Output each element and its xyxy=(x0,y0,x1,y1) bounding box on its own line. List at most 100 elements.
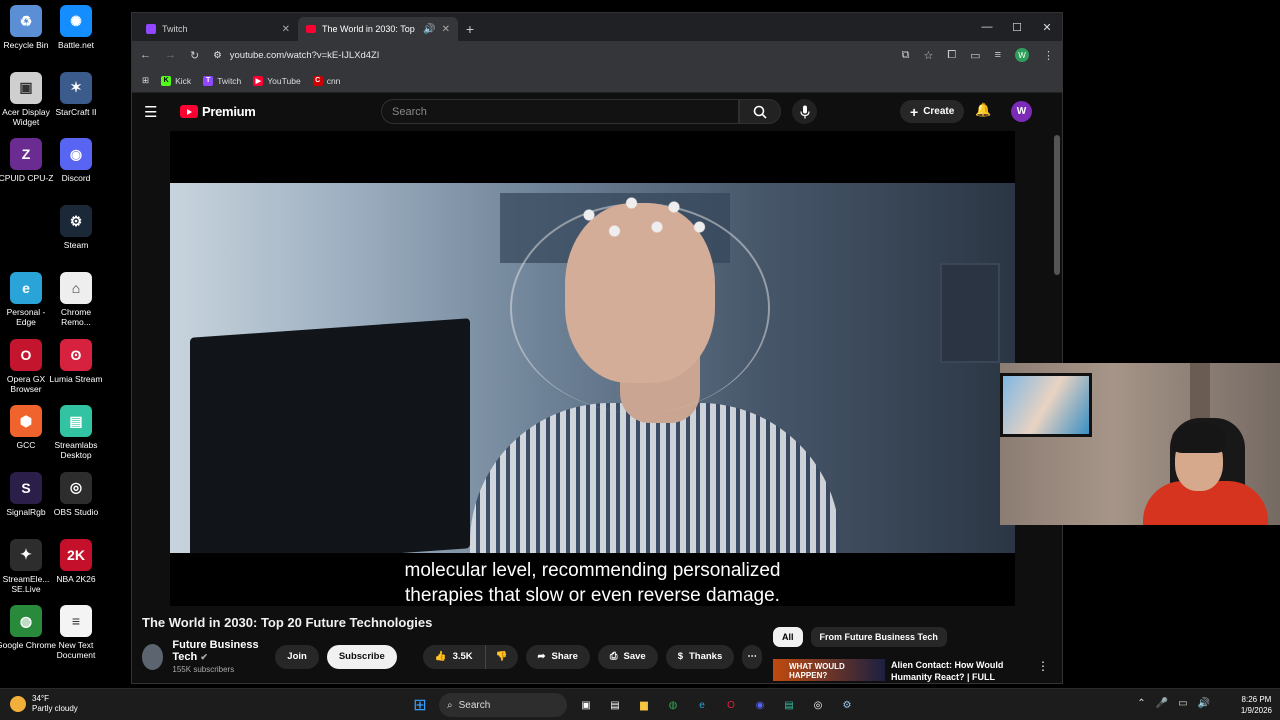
app-icon: ◉ xyxy=(60,138,92,171)
plus-icon: + xyxy=(910,103,919,120)
desktop-icon-label: OBS Studio xyxy=(53,506,99,517)
tab-title: The World in 2030: Top 20 | xyxy=(322,24,417,34)
youtube-logo[interactable]: Premium xyxy=(180,104,256,119)
voice-search-button[interactable] xyxy=(792,99,817,124)
dislike-button[interactable]: 👎 xyxy=(484,644,518,669)
desktop-icon[interactable]: ✺ Battle.net xyxy=(46,5,106,50)
task-view-icon[interactable]: ▣ xyxy=(576,695,596,715)
discord-icon[interactable]: ◉ xyxy=(750,695,770,715)
taskbar-search[interactable]: ⌕ Search xyxy=(439,693,567,717)
save-button[interactable]: ⎙ Save xyxy=(597,644,658,669)
chip-all[interactable]: All xyxy=(773,627,803,647)
obs-icon[interactable]: ◎ xyxy=(808,695,828,715)
new-tab-button[interactable]: + xyxy=(458,17,482,41)
desktop-icon[interactable]: ⌂ Chrome Remo... xyxy=(46,271,106,327)
steam-icon[interactable]: ⚙ xyxy=(837,695,857,715)
more-actions-button[interactable]: ⋯ xyxy=(742,644,762,669)
bookmark-cnn[interactable]: Ccnn xyxy=(312,75,340,86)
file-explorer-icon[interactable]: ▆ xyxy=(634,695,654,715)
chip-from-channel[interactable]: From Future Business Tech xyxy=(810,627,947,647)
chrome-icon[interactable]: ◍ xyxy=(663,695,683,715)
like-button[interactable]: 👍 3.5K xyxy=(422,644,485,669)
chevron-up-icon[interactable]: ⌃ xyxy=(1137,698,1145,709)
desktop-icon-label: SignalRgb xyxy=(6,506,46,517)
site-info-icon[interactable]: ⚙ xyxy=(213,50,222,61)
recommended-video[interactable]: WHAT WOULD HAPPEN? Alien Contact: How Wo… xyxy=(773,659,1049,683)
more-vert-icon[interactable]: ⋮ xyxy=(1037,659,1049,683)
network-icon[interactable]: ▭ xyxy=(1178,698,1187,709)
thanks-label: Thanks xyxy=(688,651,723,662)
weather-widget[interactable]: 34°F Partly cloudy xyxy=(10,694,78,714)
menu-icon[interactable]: ⋮ xyxy=(1043,49,1054,62)
thanks-button[interactable]: $ Thanks xyxy=(665,644,735,669)
extensions-icon[interactable]: ⧠ xyxy=(947,49,956,62)
tab-bar: Twitch ✕ The World in 2030: Top 20 | 🔊 ✕… xyxy=(132,13,1062,41)
sidepanel-icon[interactable]: ▭ xyxy=(970,49,980,62)
channel-avatar[interactable] xyxy=(142,643,164,670)
page-scrollbar[interactable] xyxy=(1054,135,1060,275)
desktop-icon[interactable]: ʘ Lumia Stream xyxy=(46,338,106,384)
youtube-icon: ▶ xyxy=(253,75,264,86)
weather-condition: Partly cloudy xyxy=(32,704,78,713)
desktop-icon[interactable]: ≡ New Text Document xyxy=(46,605,106,660)
streamlabs-icon[interactable]: ▤ xyxy=(779,695,799,715)
tab-twitch[interactable]: Twitch ✕ xyxy=(138,17,298,41)
profile-avatar[interactable]: W xyxy=(1015,48,1029,62)
reload-icon[interactable]: ↻ xyxy=(190,49,199,62)
maximize-button[interactable]: ☐ xyxy=(1002,13,1032,41)
channel-name[interactable]: Future Business Tech ✔ xyxy=(172,639,275,663)
desktop-icon[interactable]: ✶ StarCraft II xyxy=(46,71,106,117)
install-icon[interactable]: ⧉ xyxy=(902,49,910,62)
hamburger-menu-icon[interactable]: ☰ xyxy=(144,103,168,121)
video-player[interactable]: molecular level, recommending personaliz… xyxy=(170,131,1015,606)
media-icon[interactable]: ≡ xyxy=(995,49,1001,61)
start-icon[interactable]: ⊞ xyxy=(410,695,430,715)
search-input[interactable]: Search xyxy=(381,99,739,124)
temperature: 34°F xyxy=(32,694,49,703)
volume-icon[interactable]: 🔊 xyxy=(1198,698,1210,709)
close-window-button[interactable]: ✕ xyxy=(1032,13,1062,41)
clock[interactable]: 8:26 PM 1/9/2026 xyxy=(1241,694,1272,716)
minimize-button[interactable]: — xyxy=(972,13,1002,41)
url-text: youtube.com/watch?v=kE-IJLXd4ZI xyxy=(229,49,380,61)
app-icon: 2K xyxy=(60,538,92,571)
bookmark-youtube[interactable]: ▶ YouTube xyxy=(253,75,301,86)
desktop-icon[interactable]: ◉ Discord xyxy=(46,138,106,183)
save-icon: ⎙ xyxy=(609,651,618,662)
opera-icon[interactable]: O xyxy=(721,695,741,715)
desktop-icon[interactable]: ▤ Streamlabs Desktop xyxy=(46,405,106,460)
search-button[interactable] xyxy=(739,99,781,124)
app-icon: ◎ xyxy=(60,471,92,504)
video-title: The World in 2030: Top 20 Future Technol… xyxy=(142,615,433,630)
desktop-icon-label: Streamlabs Desktop xyxy=(54,440,98,461)
subscribe-button[interactable]: Subscribe xyxy=(326,644,397,669)
back-icon[interactable]: ← xyxy=(140,49,151,61)
speaker-icon[interactable]: 🔊 xyxy=(423,24,435,35)
desktop-icon[interactable]: ⚙ Steam xyxy=(46,205,106,250)
desktop-icon[interactable]: 2K NBA 2K26 xyxy=(46,538,106,584)
mic-icon[interactable]: 🎤 xyxy=(1156,698,1168,709)
bookmark-twitch[interactable]: T Twitch xyxy=(203,75,241,86)
edge-icon[interactable]: e xyxy=(692,695,712,715)
notifications-bell-icon[interactable]: 🔔 xyxy=(975,102,991,118)
tab-youtube[interactable]: The World in 2030: Top 20 | 🔊 ✕ xyxy=(298,17,458,41)
join-button[interactable]: Join xyxy=(275,644,319,669)
forward-icon[interactable]: → xyxy=(165,49,176,61)
share-button[interactable]: ➦ Share xyxy=(525,644,590,669)
browser-window: Twitch ✕ The World in 2030: Top 20 | 🔊 ✕… xyxy=(131,12,1063,684)
close-icon[interactable]: ✕ xyxy=(442,24,450,35)
desktop-icon-label: Recycle Bin xyxy=(3,40,49,50)
desktop-icon-label: NBA 2K26 xyxy=(56,573,96,584)
share-label: Share xyxy=(551,651,578,662)
widgets-icon[interactable]: ▤ xyxy=(605,695,625,715)
account-avatar[interactable]: W xyxy=(1011,101,1032,122)
desktop-icon[interactable]: ◎ OBS Studio xyxy=(46,471,106,517)
logo-text: Premium xyxy=(202,104,256,119)
apps-icon[interactable]: ⊞ xyxy=(142,75,149,86)
url-field[interactable]: ⚙ youtube.com/watch?v=kE-IJLXd4ZI xyxy=(213,44,887,66)
create-button[interactable]: + Create xyxy=(900,100,965,123)
bookmark-star-icon[interactable]: ☆ xyxy=(923,49,933,62)
close-icon[interactable]: ✕ xyxy=(282,24,290,35)
bookmark-kick[interactable]: K Kick xyxy=(161,75,191,86)
bookmarks-bar: ⊞ K Kick T Twitch ▶ YouTube Ccnn xyxy=(132,69,1062,93)
